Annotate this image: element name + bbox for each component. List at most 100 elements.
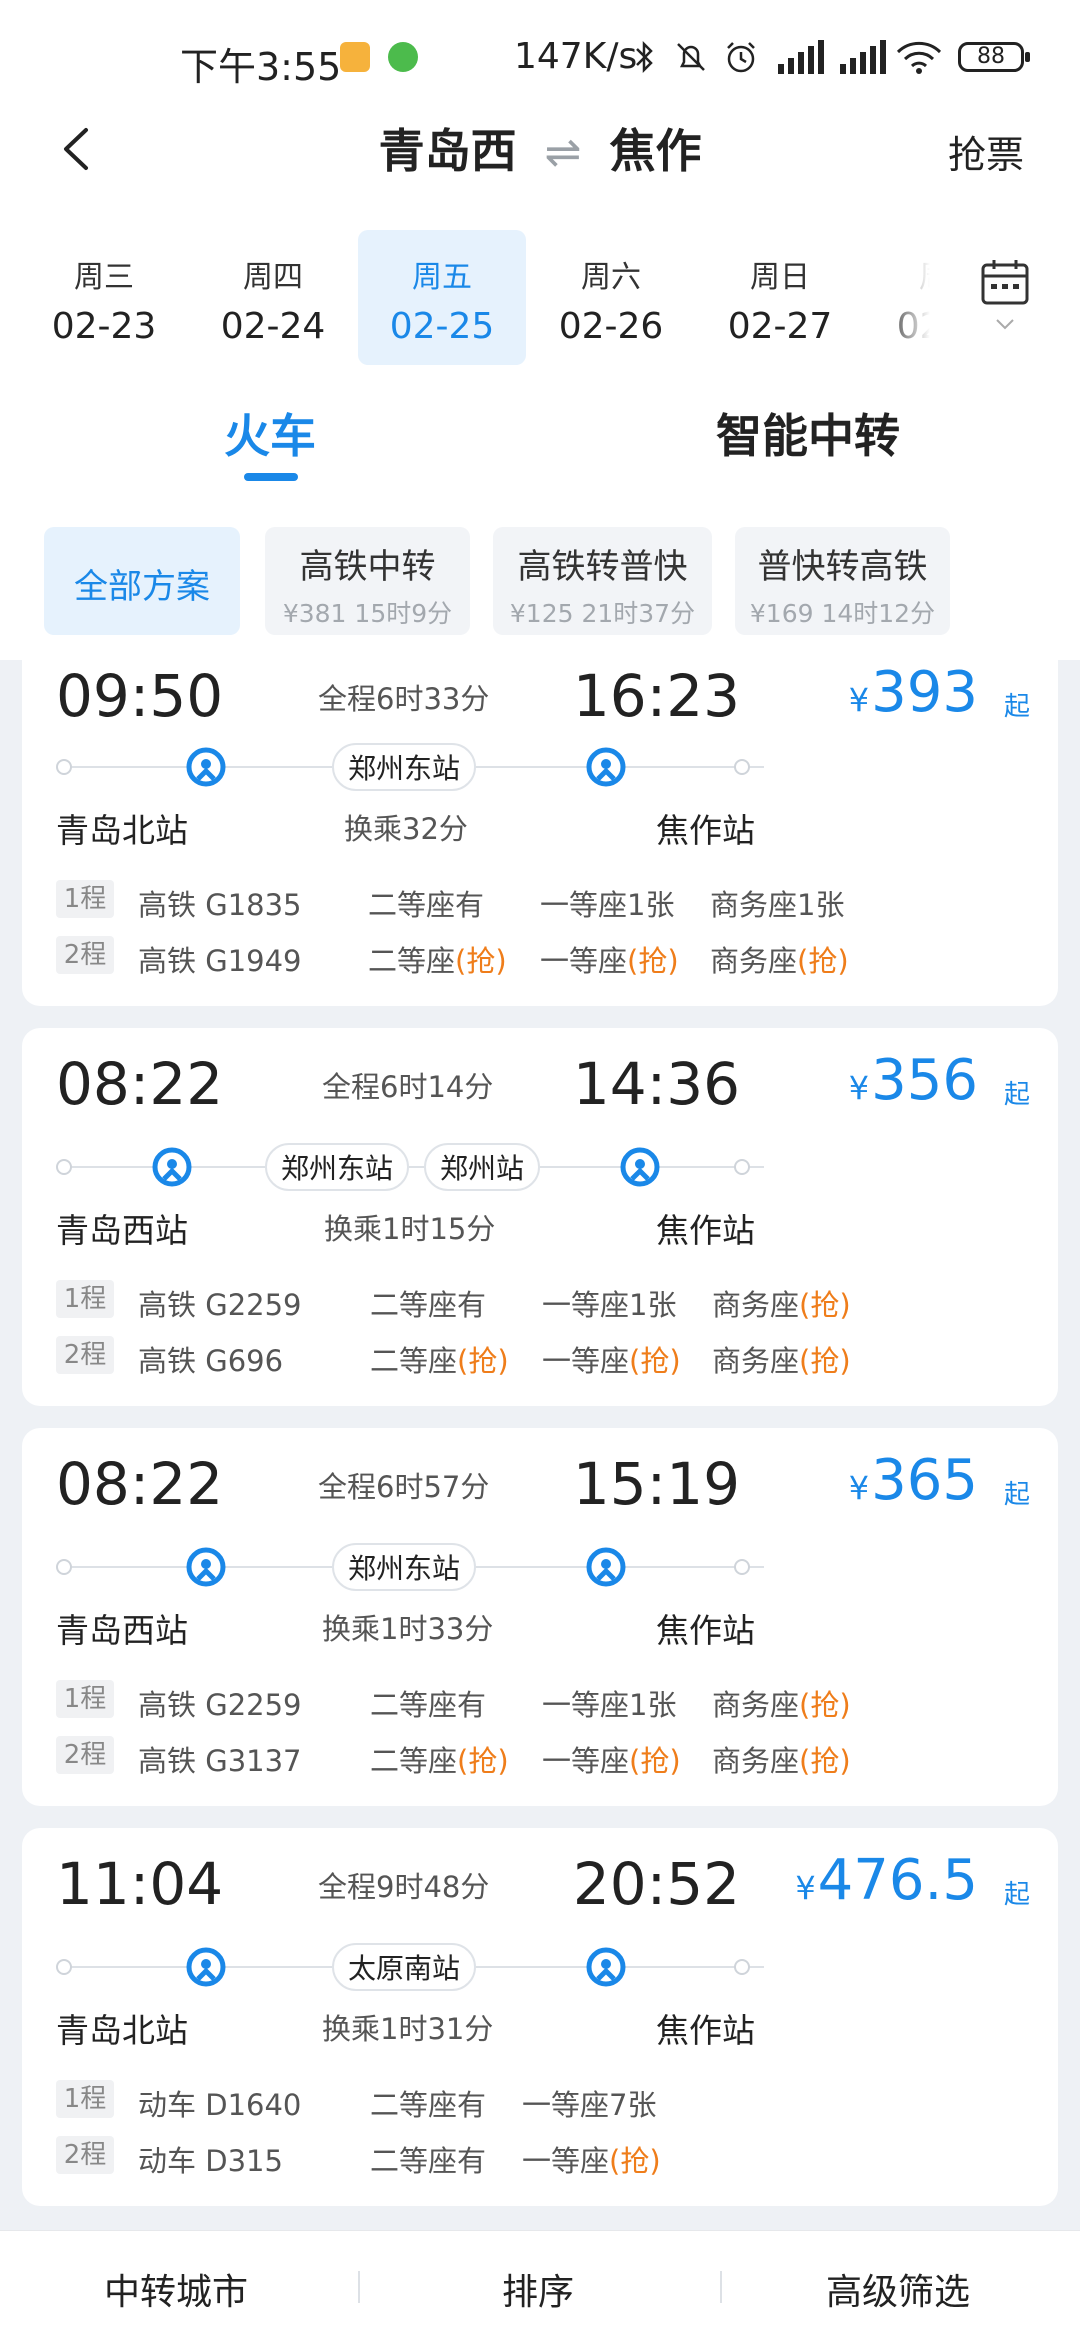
tab-underline	[244, 473, 298, 481]
chevron-down-icon[interactable]	[995, 318, 1015, 330]
leg-row: 1程 高铁 G1835 二等座有 一等座1张 商务座1张	[56, 880, 1056, 922]
bottom-bar: 中转城市 排序 高级筛选	[0, 2230, 1080, 2341]
leg-row: 1程 高铁 G2259 二等座有 一等座1张 商务座(抢)	[56, 1280, 1056, 1322]
route-card[interactable]: 09:50 全程6时33分 16:23 ¥393 起 郑州东站 青岛北站 换乘3…	[22, 640, 1058, 1006]
date-tab[interactable]: 周日 02-27	[696, 230, 864, 365]
price-from-label: 起	[1003, 1080, 1030, 1110]
filter-chip[interactable]: 普快转高铁 ¥169 14时12分	[735, 527, 950, 635]
alarm-icon	[727, 42, 755, 73]
transfer-station-pill: 郑州站	[424, 1143, 541, 1191]
transfer-station-pill: 郑州东站	[332, 743, 477, 791]
arrival-time: 14:36	[572, 1050, 740, 1118]
grab-ticket-button[interactable]: 抢票	[948, 124, 1024, 179]
train-icon	[586, 747, 626, 787]
price-from-label: 起	[1003, 1880, 1030, 1910]
date-tab[interactable]: 周六 02-26	[527, 230, 695, 365]
arrival-station: 焦作站	[656, 1611, 755, 1650]
train-icon	[186, 747, 226, 787]
price: ¥365	[848, 1448, 978, 1513]
price: ¥476.5	[795, 1848, 978, 1913]
train-icon	[186, 1947, 226, 1987]
transfer-city-button[interactable]: 中转城市	[104, 2263, 248, 2315]
route-card[interactable]: 08:22 全程6时14分 14:36 ¥356 起 郑州东站 郑州站 青岛西站…	[22, 1028, 1058, 1406]
route-title: 青岛西 ⇌ 焦作	[0, 115, 1080, 181]
destination-dot	[734, 759, 750, 775]
origin-dot	[56, 1959, 72, 1975]
price-from-label: 起	[1003, 1480, 1030, 1510]
origin-dot	[56, 1159, 72, 1175]
date-strip: 周三 02-23 周四 02-24 周五 02-25 周六 02-26 周日 02-27 …	[0, 230, 930, 365]
departure-time: 09:50	[56, 662, 224, 730]
date-tab-selected[interactable]: 周五 02-25	[358, 230, 526, 365]
departure-station: 青岛北站	[56, 2011, 188, 2050]
total-duration: 全程6时33分	[318, 682, 490, 716]
status-bar: 下午3:55 147K/s 88	[0, 0, 1080, 118]
route-card[interactable]: 11:04 全程9时48分 20:52 ¥476.5 起 太原南站 青岛北站 换…	[22, 1828, 1058, 2206]
train-icon	[186, 1547, 226, 1587]
bluetooth-icon	[636, 40, 653, 74]
signal-icon-2	[840, 38, 886, 74]
train-icon	[152, 1147, 192, 1187]
transfer-duration: 换乘1时33分	[322, 1612, 494, 1646]
train-icon	[586, 1947, 626, 1987]
date-tab[interactable]: 周三 02-23	[20, 230, 188, 365]
transfer-duration: 换乘1时31分	[322, 2012, 494, 2046]
arrival-station: 焦作站	[656, 2011, 755, 2050]
arrival-time: 20:52	[572, 1850, 740, 1918]
battery-indicator: 88	[958, 42, 1030, 72]
origin-dot	[56, 1559, 72, 1575]
transfer-duration: 换乘1时15分	[324, 1212, 496, 1246]
departure-time: 11:04	[56, 1850, 224, 1918]
calendar-icon[interactable]	[980, 258, 1030, 306]
leg-row: 2程 高铁 G1949 二等座(抢) 一等座(抢) 商务座(抢)	[56, 936, 1056, 978]
date-tab[interactable]: 周四 02-24	[189, 230, 357, 365]
arrival-station: 焦作站	[656, 811, 755, 850]
arrival-time: 15:19	[572, 1450, 740, 1518]
destination-dot	[734, 1559, 750, 1575]
arrival-station: 焦作站	[656, 1211, 755, 1250]
leg-row: 2程 高铁 G696 二等座(抢) 一等座(抢) 商务座(抢)	[56, 1336, 1056, 1378]
status-time: 下午3:55	[180, 45, 342, 89]
leg-row: 1程 动车 D1640 二等座有 一等座7张	[56, 2080, 1056, 2122]
arrival-time: 16:23	[572, 662, 740, 730]
transfer-station-pill: 郑州东站	[265, 1143, 410, 1191]
price: ¥393	[848, 660, 978, 725]
signal-icon-1	[778, 38, 824, 74]
filter-chip[interactable]: 高铁转普快 ¥125 21时37分	[493, 527, 712, 635]
transfer-station-pill: 太原南站	[332, 1943, 477, 1991]
to-station[interactable]: 焦作	[609, 124, 701, 178]
destination-dot	[734, 1959, 750, 1975]
leg-row: 2程 高铁 G3137 二等座(抢) 一等座(抢) 商务座(抢)	[56, 1736, 1056, 1778]
transfer-duration: 换乘32分	[344, 812, 468, 846]
leg-row: 2程 动车 D315 二等座有 一等座(抢)	[56, 2136, 1056, 2178]
origin-dot	[56, 759, 72, 775]
wechat-icon	[388, 42, 418, 72]
destination-dot	[734, 1159, 750, 1175]
wifi-icon	[896, 41, 942, 74]
notification-icon	[340, 42, 370, 72]
sort-button[interactable]: 排序	[502, 2263, 574, 2315]
advanced-filter-button[interactable]: 高级筛选	[826, 2263, 970, 2315]
leg-row: 1程 高铁 G2259 二等座有 一等座1张 商务座(抢)	[56, 1680, 1056, 1722]
transfer-station-pill: 郑州东站	[332, 1543, 477, 1591]
filter-chip-all[interactable]: 全部方案	[44, 527, 240, 635]
net-speed: 147K/s	[514, 36, 638, 77]
total-duration: 全程9时48分	[318, 1870, 490, 1904]
departure-time: 08:22	[56, 1050, 224, 1118]
mute-icon	[677, 43, 705, 71]
tab-smart-transfer[interactable]: 智能中转	[716, 400, 900, 466]
train-icon	[620, 1147, 660, 1187]
departure-station: 青岛西站	[56, 1611, 188, 1650]
from-station[interactable]: 青岛西	[379, 124, 517, 178]
departure-station: 青岛北站	[56, 811, 188, 850]
swap-icon[interactable]: ⇌	[545, 127, 582, 178]
tab-train[interactable]: 火车	[224, 400, 316, 466]
departure-time: 08:22	[56, 1450, 224, 1518]
route-card[interactable]: 08:22 全程6时57分 15:19 ¥365 起 郑州东站 青岛西站 换乘1…	[22, 1428, 1058, 1806]
filter-chip[interactable]: 高铁中转 ¥381 15时9分	[265, 527, 470, 635]
total-duration: 全程6时14分	[322, 1070, 494, 1104]
price-from-label: 起	[1003, 692, 1030, 722]
price: ¥356	[848, 1048, 978, 1113]
header-panel: 下午3:55 147K/s 88 青岛西 ⇌ 焦作 抢票 周三 02-23 周四 02-…	[0, 0, 1080, 660]
total-duration: 全程6时57分	[318, 1470, 490, 1504]
